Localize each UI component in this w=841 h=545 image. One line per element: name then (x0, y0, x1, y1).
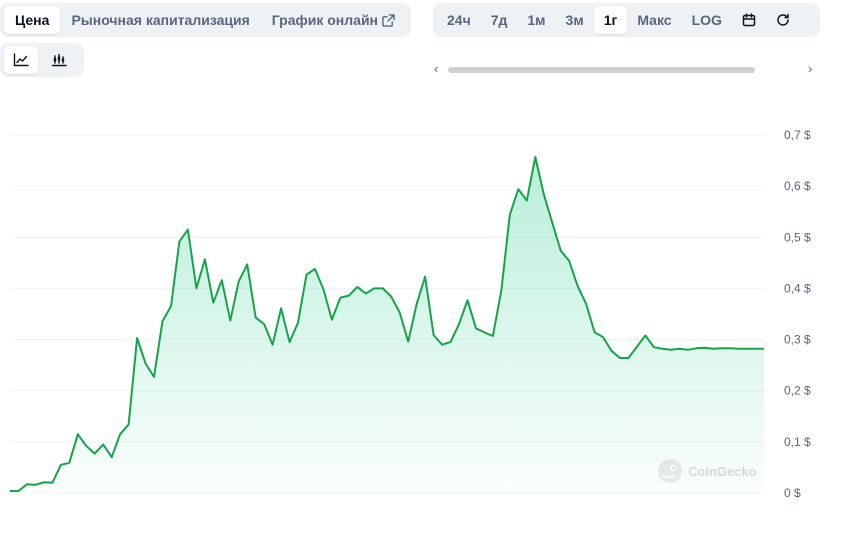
y-tick-label: 0,4 $ (784, 281, 811, 295)
y-tick-label: 0,5 $ (784, 230, 811, 244)
y-tick-label: 0 $ (784, 486, 801, 500)
watermark-text: CoinGecko (688, 463, 757, 479)
y-tick-label: 0,6 $ (784, 179, 811, 193)
coingecko-watermark: CoinGecko (657, 458, 757, 484)
coingecko-logo-icon (658, 459, 682, 483)
price-area (10, 157, 764, 493)
y-tick-label: 0,7 $ (784, 128, 811, 142)
y-tick-label: 0,1 $ (784, 435, 811, 449)
y-tick-label: 0,3 $ (784, 333, 811, 347)
y-tick-label: 0,2 $ (784, 384, 811, 398)
